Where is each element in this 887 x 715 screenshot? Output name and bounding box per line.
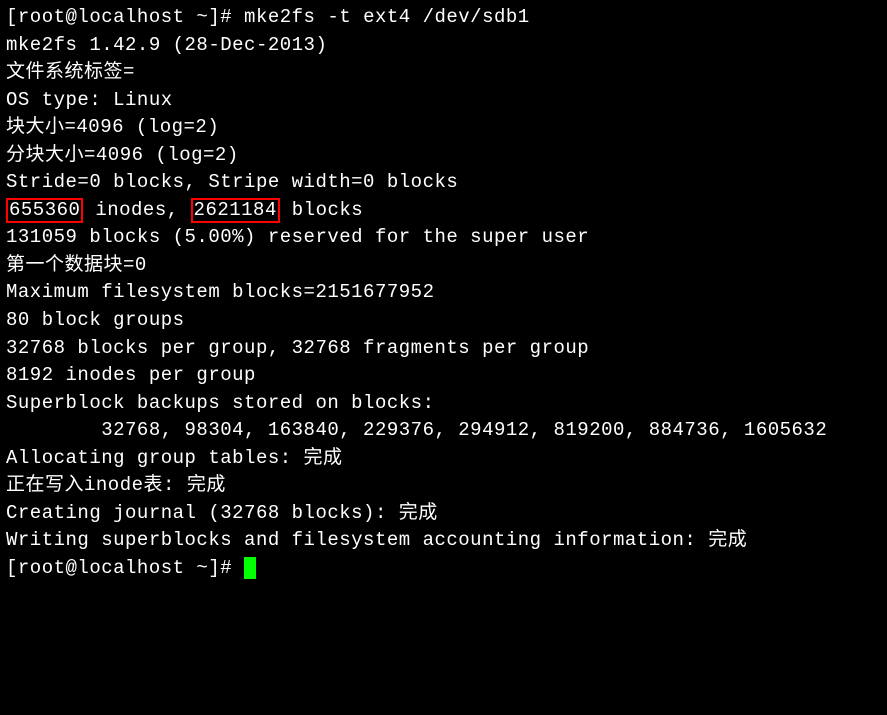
prompt: [root@localhost ~]# <box>6 6 244 28</box>
terminal-line-inodes-blocks: 655360 inodes, 2621184 blocks <box>6 197 881 225</box>
terminal-line-reserved: 131059 blocks (5.00%) reserved for the s… <box>6 224 881 252</box>
terminal-line-prompt2[interactable]: [root@localhost ~]# <box>6 555 881 583</box>
terminal-line-blocksize: 块大小=4096 (log=2) <box>6 114 881 142</box>
terminal-line-command: [root@localhost ~]# mke2fs -t ext4 /dev/… <box>6 4 881 32</box>
terminal-line-pergroup: 32768 blocks per group, 32768 fragments … <box>6 335 881 363</box>
terminal-line-fslabel: 文件系统标签= <box>6 59 881 87</box>
terminal-line-allocgroup: Allocating group tables: 完成 <box>6 445 881 473</box>
command-text: mke2fs -t ext4 /dev/sdb1 <box>244 6 530 28</box>
terminal-line-inodespergroup: 8192 inodes per group <box>6 362 881 390</box>
terminal-line-journal: Creating journal (32768 blocks): 完成 <box>6 500 881 528</box>
terminal-line-version: mke2fs 1.42.9 (28-Dec-2013) <box>6 32 881 60</box>
terminal-line-superblocklist: 32768, 98304, 163840, 229376, 294912, 81… <box>6 417 881 445</box>
highlighted-blocks: 2621184 <box>191 198 280 223</box>
inodes-label: inodes, <box>83 199 190 221</box>
terminal-line-groups: 80 block groups <box>6 307 881 335</box>
terminal-line-writinginode: 正在写入inode表: 完成 <box>6 472 881 500</box>
terminal-line-ostype: OS type: Linux <box>6 87 881 115</box>
cursor <box>244 557 256 579</box>
terminal-line-stride: Stride=0 blocks, Stripe width=0 blocks <box>6 169 881 197</box>
terminal-line-superblockheader: Superblock backups stored on blocks: <box>6 390 881 418</box>
terminal-line-firstblock: 第一个数据块=0 <box>6 252 881 280</box>
terminal-line-writingsuperblocks: Writing superblocks and filesystem accou… <box>6 527 881 555</box>
blocks-label: blocks <box>280 199 363 221</box>
terminal-line-maxblocks: Maximum filesystem blocks=2151677952 <box>6 279 881 307</box>
terminal-line-fragsize: 分块大小=4096 (log=2) <box>6 142 881 170</box>
highlighted-inodes: 655360 <box>6 198 83 223</box>
prompt: [root@localhost ~]# <box>6 557 244 579</box>
